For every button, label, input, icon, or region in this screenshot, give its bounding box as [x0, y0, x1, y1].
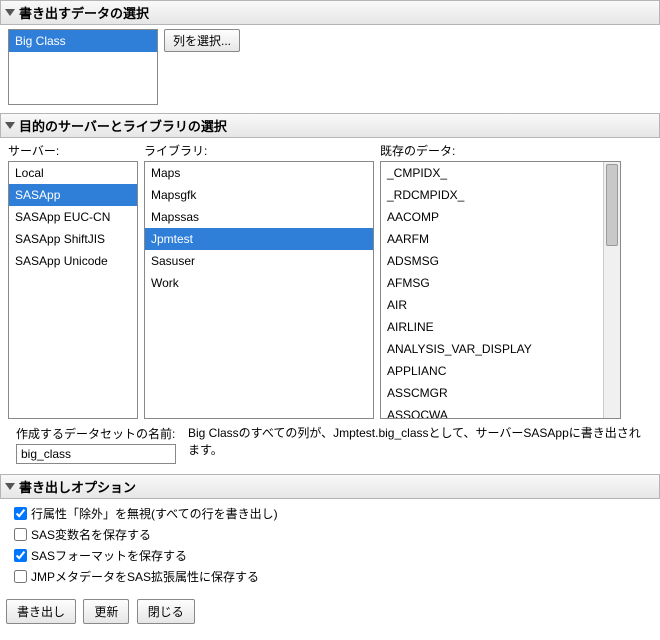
list-item[interactable]: Jpmtest: [145, 228, 373, 250]
list-item[interactable]: AACOMP: [381, 206, 620, 228]
list-item[interactable]: Mapssas: [145, 206, 373, 228]
section-options-title: 書き出しオプション: [19, 477, 136, 496]
bottom-button-bar: 書き出し 更新 閉じる: [0, 595, 660, 628]
list-item[interactable]: Work: [145, 272, 373, 294]
list-item[interactable]: Mapsgfk: [145, 184, 373, 206]
list-item[interactable]: AARFM: [381, 228, 620, 250]
list-item[interactable]: SASApp Unicode: [9, 250, 137, 272]
opt-ignore-excluded-label: 行属性「除外」を無視(すべての行を書き出し): [31, 505, 278, 522]
section-export-title: 書き出すデータの選択: [19, 3, 149, 22]
dataset-name-label: 作成するデータセットの名前:: [16, 425, 176, 442]
list-item[interactable]: Sasuser: [145, 250, 373, 272]
section-target: 目的のサーバーとライブラリの選択 サーバー: LocalSASAppSASApp…: [0, 113, 660, 470]
section-export-data: 書き出すデータの選択 Big Class 列を選択...: [0, 0, 660, 109]
server-listbox[interactable]: LocalSASAppSASApp EUC-CNSASApp ShiftJISS…: [8, 161, 138, 419]
disclosure-icon: [5, 9, 15, 16]
opt-save-formats[interactable]: SASフォーマットを保存する: [14, 545, 646, 566]
section-export-header[interactable]: 書き出すデータの選択: [0, 0, 660, 25]
server-label: サーバー:: [8, 142, 138, 159]
export-description: Big Classのすべての列が、Jmptest.big_classとして、サー…: [188, 425, 650, 459]
scroll-thumb[interactable]: [606, 164, 618, 246]
list-item[interactable]: Local: [9, 162, 137, 184]
list-item[interactable]: SASApp: [9, 184, 137, 206]
list-item[interactable]: ASSOCWA: [381, 404, 620, 419]
export-data-listbox[interactable]: Big Class: [8, 29, 158, 105]
list-item[interactable]: SASApp ShiftJIS: [9, 228, 137, 250]
opt-save-metadata[interactable]: JMPメタデータをSAS拡張属性に保存する: [14, 566, 646, 587]
opt-save-varnames-label: SAS変数名を保存する: [31, 526, 151, 543]
checkbox-save-metadata[interactable]: [14, 570, 27, 583]
checkbox-save-varnames[interactable]: [14, 528, 27, 541]
section-target-header[interactable]: 目的のサーバーとライブラリの選択: [0, 113, 660, 138]
disclosure-icon: [5, 483, 15, 490]
scrollbar[interactable]: [603, 162, 620, 418]
list-item[interactable]: APPLIANC: [381, 360, 620, 382]
export-button[interactable]: 書き出し: [6, 599, 76, 624]
list-item[interactable]: Maps: [145, 162, 373, 184]
data-label: 既存のデータ:: [380, 142, 621, 159]
library-listbox[interactable]: MapsMapsgfkMapssasJpmtestSasuserWork: [144, 161, 374, 419]
section-target-title: 目的のサーバーとライブラリの選択: [19, 116, 227, 135]
checkbox-save-formats[interactable]: [14, 549, 27, 562]
list-item[interactable]: AIRLINE: [381, 316, 620, 338]
opt-save-varnames[interactable]: SAS変数名を保存する: [14, 524, 646, 545]
section-options-header[interactable]: 書き出しオプション: [0, 474, 660, 499]
list-item[interactable]: _RDCMPIDX_: [381, 184, 620, 206]
opt-save-formats-label: SASフォーマットを保存する: [31, 547, 187, 564]
close-button[interactable]: 閉じる: [137, 599, 195, 624]
list-item[interactable]: _CMPIDX_: [381, 162, 620, 184]
library-label: ライブラリ:: [144, 142, 374, 159]
list-item[interactable]: ASSCMGR: [381, 382, 620, 404]
list-item[interactable]: Big Class: [9, 30, 157, 52]
opt-ignore-excluded[interactable]: 行属性「除外」を無視(すべての行を書き出し): [14, 503, 646, 524]
refresh-button[interactable]: 更新: [83, 599, 129, 624]
disclosure-icon: [5, 122, 15, 129]
list-item[interactable]: AIR: [381, 294, 620, 316]
checkbox-ignore-excluded[interactable]: [14, 507, 27, 520]
list-item[interactable]: SASApp EUC-CN: [9, 206, 137, 228]
list-item[interactable]: ANALYSIS_VAR_DISPLAY: [381, 338, 620, 360]
list-item[interactable]: ADSMSG: [381, 250, 620, 272]
select-columns-button[interactable]: 列を選択...: [164, 29, 240, 52]
data-listbox[interactable]: _CMPIDX__RDCMPIDX_AACOMPAARFMADSMSGAFMSG…: [380, 161, 621, 419]
opt-save-metadata-label: JMPメタデータをSAS拡張属性に保存する: [31, 568, 259, 585]
dataset-name-input[interactable]: [16, 444, 176, 464]
section-options: 書き出しオプション 行属性「除外」を無視(すべての行を書き出し) SAS変数名を…: [0, 474, 660, 591]
list-item[interactable]: AFMSG: [381, 272, 620, 294]
